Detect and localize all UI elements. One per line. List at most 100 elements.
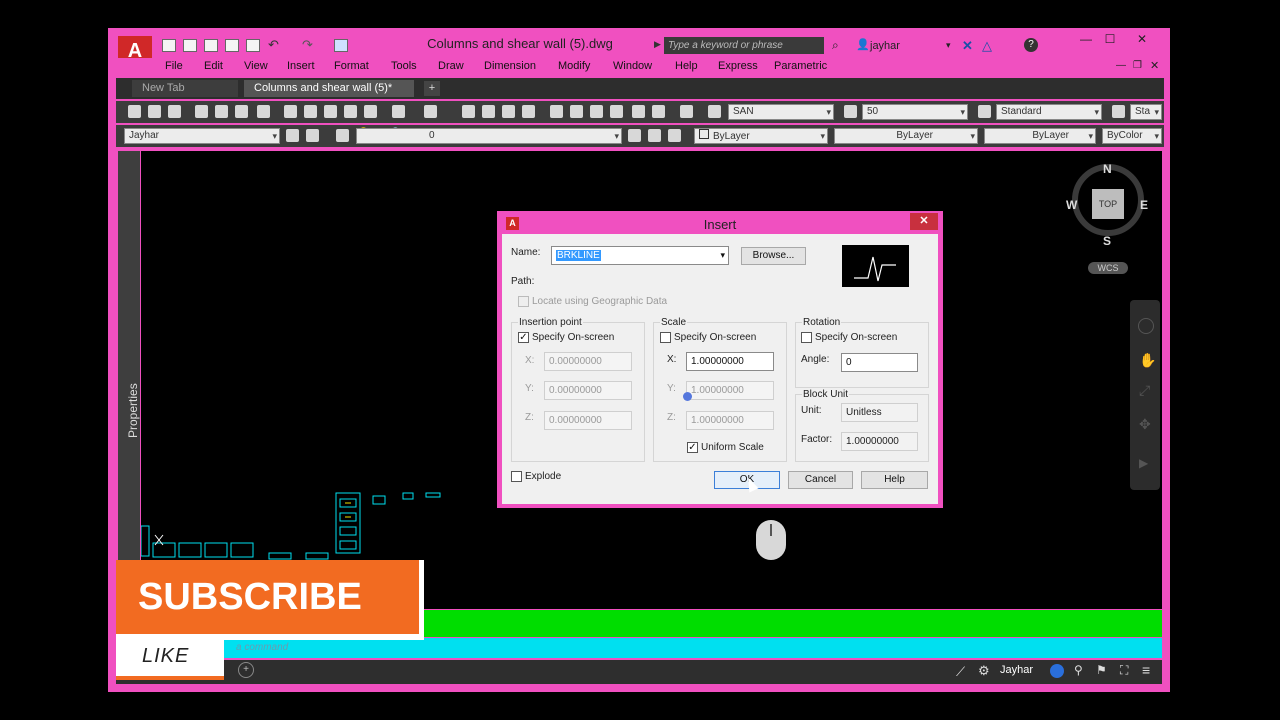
layer-select[interactable]: 0	[356, 128, 622, 144]
hardware-acceleration-icon[interactable]: ⚲	[1074, 663, 1083, 677]
open-icon[interactable]	[148, 105, 161, 118]
multileader-style-select[interactable]: Sta	[1130, 104, 1162, 120]
menu-dimension[interactable]: Dimension	[484, 60, 536, 72]
lineweight-select[interactable]: ByLayer	[984, 128, 1096, 144]
navigation-bar[interactable]: ✋ ⤢ ✥ ▶	[1130, 300, 1160, 490]
redo-icon[interactable]	[424, 105, 437, 118]
exchange-icon[interactable]: ✕	[962, 38, 973, 54]
match-properties-icon[interactable]	[344, 105, 357, 118]
block-editor-icon[interactable]	[364, 105, 377, 118]
plot-style-select[interactable]: ByColor	[1102, 128, 1162, 144]
plot-icon[interactable]	[246, 39, 260, 52]
menu-parametric[interactable]: Parametric	[774, 60, 827, 72]
menu-window[interactable]: Window	[613, 60, 652, 72]
menu-edit[interactable]: Edit	[204, 60, 223, 72]
command-prompt[interactable]: a command	[236, 642, 288, 653]
wcs-menu[interactable]: WCS	[1088, 262, 1128, 274]
multileader-style-icon[interactable]	[1112, 105, 1125, 118]
table-style-select[interactable]: Standard	[996, 104, 1102, 120]
zoom-realtime-icon[interactable]	[482, 105, 495, 118]
scale-specify-checkbox[interactable]	[660, 332, 671, 343]
cancel-button[interactable]: Cancel	[788, 471, 853, 489]
close-button[interactable]: ✕	[1130, 32, 1154, 48]
browse-button[interactable]: Browse...	[741, 247, 806, 265]
angle-field[interactable]: 0	[841, 353, 918, 372]
compass-east[interactable]: E	[1140, 198, 1148, 212]
table-style-icon[interactable]	[978, 105, 991, 118]
qnew-icon[interactable]	[128, 105, 141, 118]
menu-tools[interactable]: Tools	[391, 60, 417, 72]
doc-minimize-icon[interactable]: —	[1116, 60, 1126, 71]
explode-checkbox[interactable]	[511, 471, 522, 482]
text-style-icon[interactable]	[708, 105, 721, 118]
redo-icon[interactable]: ↷	[302, 37, 313, 53]
minimize-button[interactable]: —	[1074, 32, 1098, 48]
workspace-select[interactable]: Jayhar	[124, 128, 280, 144]
workspace-switch[interactable]: Jayhar	[1000, 664, 1033, 676]
user-dropdown-icon[interactable]: ▾	[946, 40, 951, 51]
new-icon[interactable]	[162, 39, 176, 52]
orbit-icon[interactable]: ✥	[1139, 416, 1151, 433]
block-name-select[interactable]: BRKLINE ▾	[551, 246, 729, 265]
rotation-specify-checkbox[interactable]	[801, 332, 812, 343]
copy-icon[interactable]	[304, 105, 317, 118]
fullscreen-icon[interactable]: ⛶	[1120, 663, 1128, 678]
compass-north[interactable]: N	[1103, 162, 1112, 176]
workspace-icon[interactable]	[334, 39, 348, 52]
compass-south[interactable]: S	[1103, 234, 1111, 248]
tool-palettes-icon[interactable]	[590, 105, 603, 118]
menu-modify[interactable]: Modify	[558, 60, 590, 72]
menu-help[interactable]: Help	[675, 60, 698, 72]
help-icon[interactable]	[680, 105, 693, 118]
dialog-close-button[interactable]: ✕	[910, 213, 938, 230]
dim-style-icon[interactable]	[844, 105, 857, 118]
insertion-specify-checkbox[interactable]: ✓	[518, 332, 529, 343]
a360-icon[interactable]: △	[982, 38, 992, 54]
menu-file[interactable]: File	[165, 60, 183, 72]
cut-icon[interactable]	[284, 105, 297, 118]
design-center-icon[interactable]	[570, 105, 583, 118]
workspace-settings-icon[interactable]	[286, 129, 299, 142]
make-current-layer-icon[interactable]	[628, 129, 641, 142]
help-button[interactable]: Help	[861, 471, 928, 489]
chevron-down-icon[interactable]: ▾	[720, 247, 725, 264]
doc-close-icon[interactable]: ✕	[1150, 59, 1159, 72]
annotation-scale-icon[interactable]: ⟋	[956, 664, 965, 680]
layer-manager-icon[interactable]	[306, 129, 319, 142]
save-as-icon[interactable]	[225, 39, 239, 52]
isolate-objects-icon[interactable]	[1050, 664, 1064, 678]
help-icon[interactable]: ?	[1024, 38, 1038, 52]
zoom-previous-icon[interactable]	[522, 105, 535, 118]
compass-west[interactable]: W	[1066, 198, 1077, 212]
menu-draw[interactable]: Draw	[438, 60, 464, 72]
plot-icon[interactable]	[195, 105, 208, 118]
scale-x-field[interactable]: 1.00000000	[686, 352, 774, 371]
layer-properties-icon[interactable]	[336, 129, 349, 142]
tab-active-drawing[interactable]: Columns and shear wall (5)*	[244, 80, 414, 97]
search-input[interactable]: Type a keyword or phrase	[664, 37, 824, 54]
showmotion-icon[interactable]: ▶	[1139, 456, 1148, 470]
layer-previous-icon[interactable]	[648, 129, 661, 142]
color-select[interactable]: ByLayer	[694, 128, 828, 144]
add-layout-icon[interactable]: +	[238, 662, 254, 678]
pan-icon[interactable]	[462, 105, 475, 118]
uniform-scale-checkbox[interactable]: ✓	[687, 442, 698, 453]
open-icon[interactable]	[183, 39, 197, 52]
viewcube-top-face[interactable]: TOP	[1092, 189, 1124, 219]
clean-screen-icon[interactable]: ⚑	[1096, 663, 1107, 677]
markup-icon[interactable]	[632, 105, 645, 118]
binoculars-icon[interactable]: ⌕	[832, 38, 839, 53]
workspace-gear-icon[interactable]: ⚙	[978, 663, 990, 679]
sheet-set-icon[interactable]	[610, 105, 623, 118]
add-tab-button[interactable]: +	[424, 81, 440, 96]
menu-insert[interactable]: Insert	[287, 60, 315, 72]
customize-menu-icon[interactable]: ≡	[1142, 662, 1150, 678]
pan-icon[interactable]: ✋	[1139, 352, 1156, 369]
save-icon[interactable]	[168, 105, 181, 118]
zoom-extents-icon[interactable]: ⤢	[1139, 382, 1150, 399]
layer-state-icon[interactable]	[668, 129, 681, 142]
menu-format[interactable]: Format	[334, 60, 369, 72]
menu-view[interactable]: View	[244, 60, 268, 72]
zoom-window-icon[interactable]	[502, 105, 515, 118]
search-expand-icon[interactable]: ▶	[654, 39, 661, 50]
